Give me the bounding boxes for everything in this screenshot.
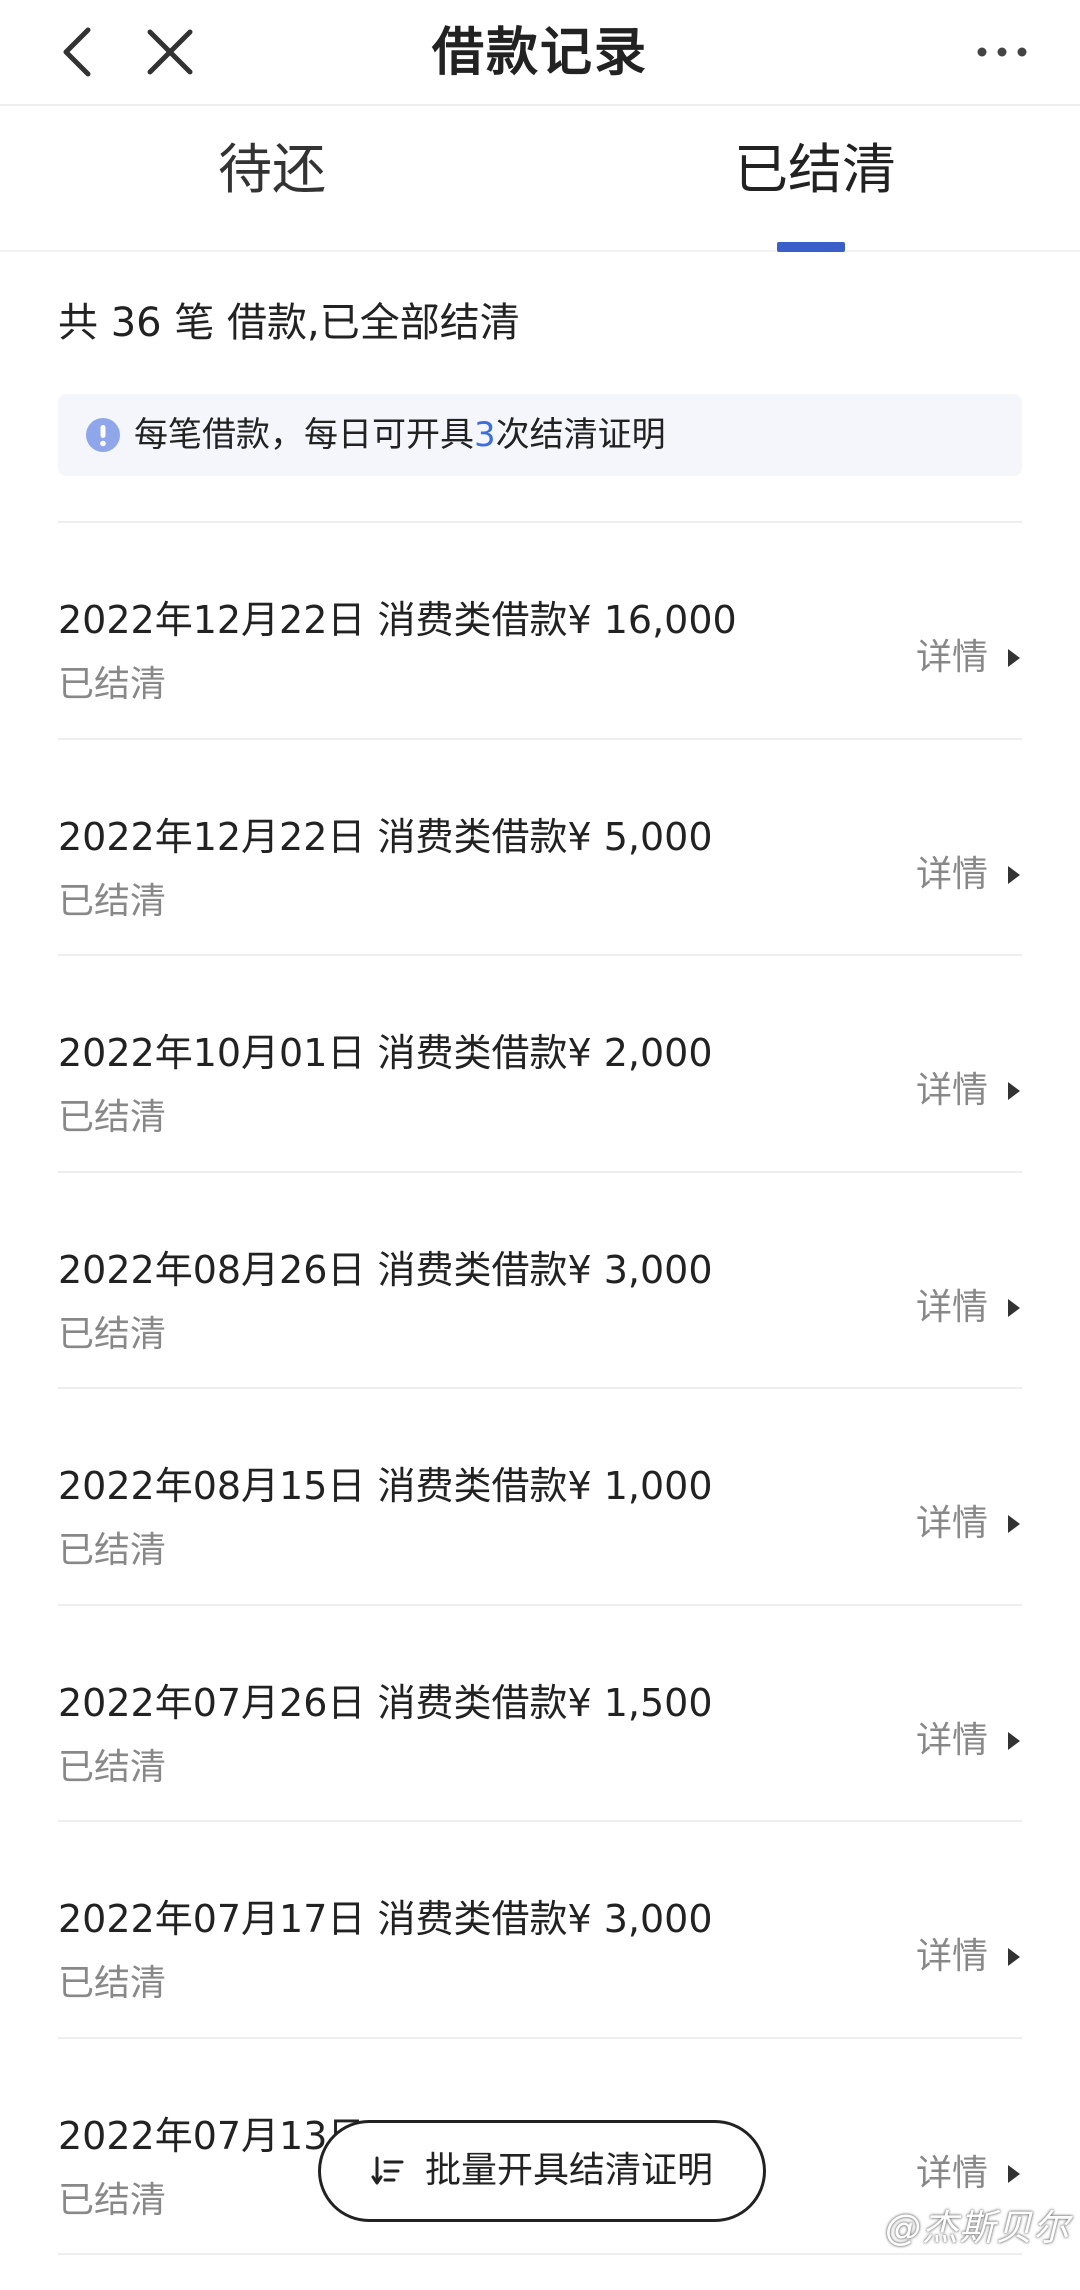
caret-right-icon xyxy=(1008,1731,1020,1750)
detail-label: 详情 xyxy=(915,1503,988,1544)
record-title: 2022年07月26日 消费类借款¥ 1,500 xyxy=(58,1680,713,1725)
record-status: 已结清 xyxy=(58,1530,167,1571)
caret-right-icon xyxy=(1008,1082,1020,1100)
detail-label: 详情 xyxy=(915,853,988,895)
top-bar: 借款记录 xyxy=(0,0,1080,106)
caret-right-icon xyxy=(1008,1298,1020,1317)
record-list: 2022年12月22日 消费类借款¥ 16,000 已结清 详情 2022年12… xyxy=(0,523,1080,2255)
notice-text-after: 次结清证明 xyxy=(495,415,666,455)
watermark: @杰斯贝尔 xyxy=(884,2208,1070,2249)
batch-certificate-button[interactable]: 批量开具结清证明 xyxy=(318,2120,766,2222)
record-status: 已结清 xyxy=(58,1963,167,2004)
notice-count: 3 xyxy=(474,415,496,455)
detail-link[interactable]: 详情 xyxy=(916,633,1022,683)
tab-pending[interactable]: 待还 xyxy=(218,134,326,206)
record-title: 2022年07月13日 xyxy=(58,2113,366,2158)
list-item[interactable]: 2022年12月22日 消费类借款¥ 5,000 已结清 详情 xyxy=(0,740,1080,956)
caret-right-icon xyxy=(1008,649,1020,667)
detail-label: 详情 xyxy=(915,2152,988,2194)
caret-right-icon xyxy=(1008,1515,1020,1533)
record-status: 已结清 xyxy=(58,1313,167,1355)
detail-link[interactable]: 详情 xyxy=(916,1499,1022,1549)
detail-label: 详情 xyxy=(915,1286,988,1328)
record-status: 已结清 xyxy=(58,664,167,705)
record-status: 已结清 xyxy=(58,1746,167,1788)
more-horizontal-icon[interactable] xyxy=(972,30,1032,74)
record-title: 2022年07月17日 消费类借款¥ 3,000 xyxy=(58,1897,713,1941)
record-title: 2022年10月01日 消费类借款¥ 2,000 xyxy=(58,1031,713,1075)
notice-text: 每笔借款，每日可开具3次结清证明 xyxy=(134,408,666,462)
notice-text-before: 每笔借款，每日可开具 xyxy=(134,415,474,455)
list-item[interactable]: 2022年08月15日 消费类借款¥ 1,000 已结清 详情 xyxy=(0,1389,1080,1606)
record-title: 2022年12月22日 消费类借款¥ 5,000 xyxy=(58,814,713,859)
record-title: 2022年08月26日 消费类借款¥ 3,000 xyxy=(58,1247,713,1292)
list-item[interactable]: 2022年12月22日 消费类借款¥ 16,000 已结清 详情 xyxy=(0,523,1080,740)
detail-link[interactable]: 详情 xyxy=(916,2149,1022,2199)
detail-label: 详情 xyxy=(915,1719,988,1761)
detail-label: 详情 xyxy=(915,1070,988,1111)
list-item[interactable]: 2022年10月01日 消费类借款¥ 2,000 已结清 详情 xyxy=(0,956,1080,1173)
record-status: 已结清 xyxy=(58,1097,167,1138)
detail-label: 详情 xyxy=(915,1936,988,1977)
caret-right-icon xyxy=(1008,865,1020,884)
info-icon xyxy=(86,418,120,452)
detail-link[interactable]: 详情 xyxy=(916,1932,1022,1982)
notice-banner: 每笔借款，每日可开具3次结清证明 xyxy=(58,394,1022,476)
list-item[interactable]: 2022年07月17日 消费类借款¥ 3,000 已结清 详情 xyxy=(0,1822,1080,2039)
detail-link[interactable]: 详情 xyxy=(916,1066,1022,1116)
caret-right-icon xyxy=(1008,1948,1020,1966)
tab-bar: 待还 已结清 xyxy=(0,106,1080,252)
record-title: 2022年08月15日 消费类借款¥ 1,000 xyxy=(58,1464,713,1508)
list-item[interactable]: 2022年07月26日 消费类借款¥ 1,500 已结清 详情 xyxy=(0,1606,1080,1822)
detail-link[interactable]: 详情 xyxy=(916,850,1022,900)
caret-right-icon xyxy=(1008,2164,1020,2183)
detail-link[interactable]: 详情 xyxy=(916,1283,1022,1333)
batch-button-label: 批量开具结清证明 xyxy=(424,2150,713,2191)
record-status: 已结清 xyxy=(58,2179,167,2221)
record-title: 2022年12月22日 消费类借款¥ 16,000 xyxy=(58,598,737,642)
list-item[interactable]: 2022年08月26日 消费类借款¥ 3,000 已结清 详情 xyxy=(0,1173,1080,1389)
tab-settled[interactable]: 已结清 xyxy=(734,134,896,206)
detail-link[interactable]: 详情 xyxy=(916,1716,1022,1766)
active-tab-indicator xyxy=(777,242,845,252)
page-title: 借款记录 xyxy=(431,23,648,83)
detail-label: 详情 xyxy=(915,637,988,678)
sort-icon xyxy=(371,2156,404,2185)
record-status: 已结清 xyxy=(58,880,167,922)
row-divider xyxy=(58,2253,1022,2255)
records-summary: 共 36 笔 借款,已全部结清 xyxy=(58,300,520,346)
